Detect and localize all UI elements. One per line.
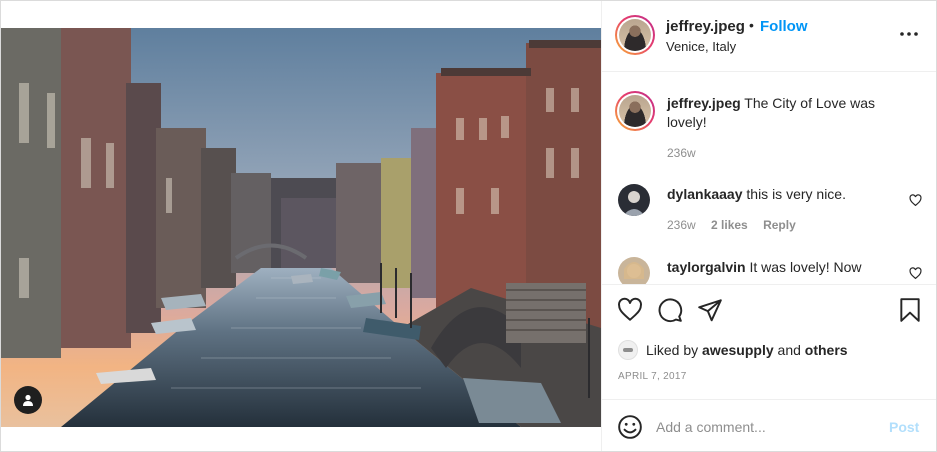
comment-like-heart-icon[interactable]	[909, 194, 922, 207]
post-comment-button[interactable]: Post	[889, 419, 919, 435]
follow-button[interactable]: Follow	[760, 18, 808, 35]
heart-icon[interactable]	[617, 297, 643, 323]
post-photo[interactable]	[1, 28, 601, 427]
share-icon[interactable]	[697, 297, 723, 323]
caption-text: jeffrey.jpeg The City of Love was lovely…	[667, 94, 902, 132]
comment-text: taylorgalvin It was lovely! Now	[667, 258, 902, 277]
comment-input[interactable]	[656, 415, 881, 439]
liked-by-middle: and	[773, 342, 805, 358]
commenter-avatar[interactable]	[618, 257, 650, 284]
post-details-panel: jeffrey.jpeg • Follow Venice, Italy jeff…	[601, 1, 936, 451]
comment-username[interactable]: dylankaaay	[667, 186, 743, 202]
separator-dot: •	[749, 17, 754, 33]
more-horizontal-icon[interactable]	[898, 23, 920, 45]
caption-time[interactable]: 236w	[667, 146, 696, 160]
comment-icon[interactable]	[657, 297, 683, 323]
comment-likes[interactable]: 2 likes	[711, 218, 748, 232]
comment-text: dylankaaay this is very nice.	[667, 185, 902, 204]
add-comment-bar: Post	[602, 399, 936, 451]
reply-button[interactable]: Reply	[763, 218, 796, 232]
comment-like-heart-icon[interactable]	[909, 267, 922, 280]
liked-by-avatar[interactable]	[618, 340, 638, 360]
tagged-users-button[interactable]	[14, 386, 42, 414]
comments-list[interactable]: jeffrey.jpeg The City of Love was lovely…	[602, 73, 936, 284]
comment-body: this is very nice.	[742, 186, 846, 202]
emoji-icon[interactable]	[617, 414, 643, 440]
comment-time[interactable]: 236w	[667, 218, 696, 232]
comment-username[interactable]: taylorgalvin	[667, 259, 746, 275]
comment-meta: 236w 2 likes Reply	[667, 218, 808, 232]
caption-username[interactable]: jeffrey.jpeg	[667, 95, 741, 111]
commenter-avatar[interactable]	[618, 184, 650, 216]
post-actions: Liked by awesupply and others APRIL 7, 2…	[602, 284, 936, 399]
post-date[interactable]: APRIL 7, 2017	[618, 371, 687, 382]
author-avatar[interactable]	[615, 15, 655, 55]
user-icon	[23, 394, 33, 406]
liked-by-others[interactable]: others	[805, 342, 848, 358]
liked-by-text: Liked by awesupply and others	[618, 340, 848, 360]
bookmark-icon[interactable]	[897, 297, 923, 323]
post-location[interactable]: Venice, Italy	[666, 39, 736, 54]
caption-avatar[interactable]	[615, 91, 655, 131]
liked-by-user[interactable]: awesupply	[702, 342, 774, 358]
author-username[interactable]: jeffrey.jpeg	[666, 18, 745, 35]
caption-meta: 236w	[667, 146, 708, 160]
post-header: jeffrey.jpeg • Follow Venice, Italy	[602, 1, 936, 72]
liked-by-prefix: Liked by	[646, 342, 703, 358]
comment-body: It was lovely! Now	[745, 259, 862, 275]
instagram-post-window: jeffrey.jpeg • Follow Venice, Italy jeff…	[0, 0, 937, 452]
